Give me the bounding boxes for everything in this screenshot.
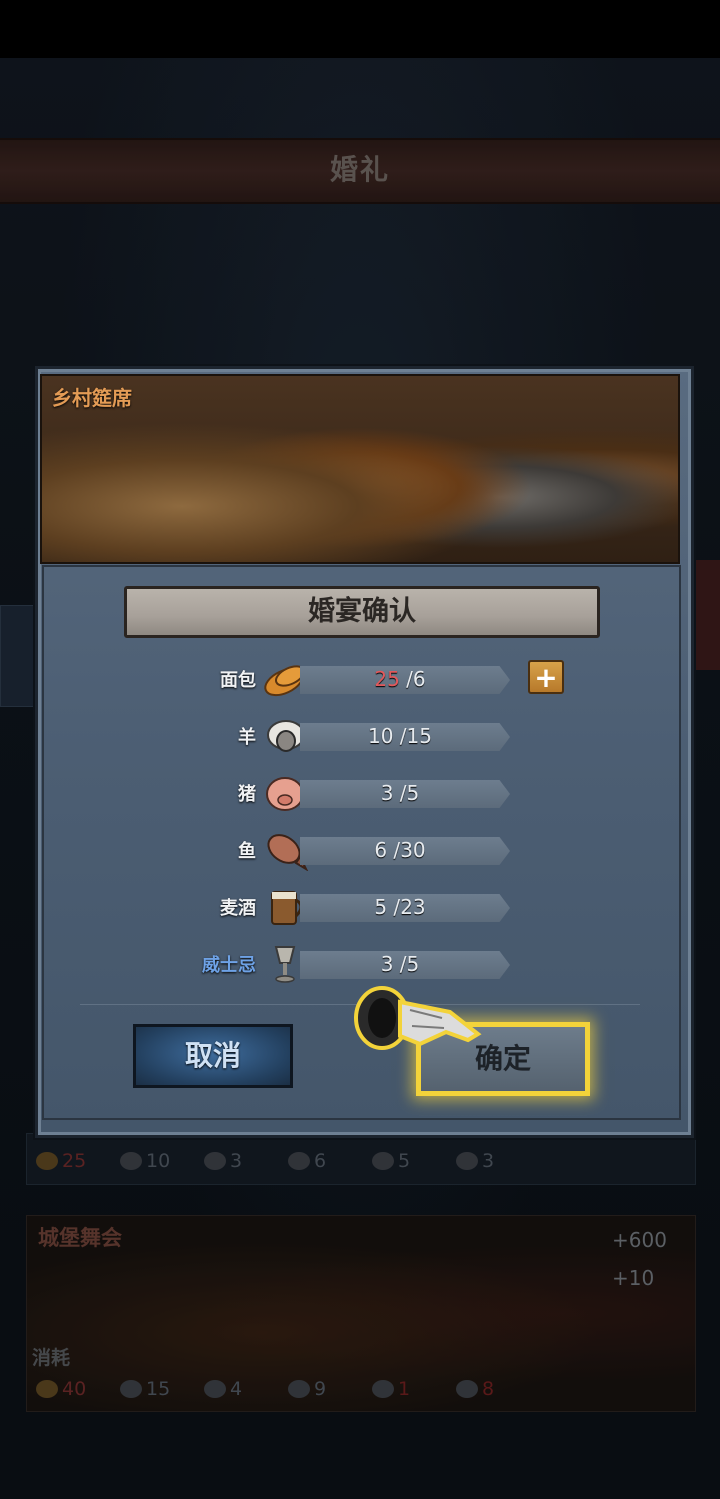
resource-label: 猪 (238, 784, 256, 805)
cancel-button[interactable]: 取消 (133, 1024, 293, 1088)
resource-row-sheep: 羊 10 /15 (0, 715, 720, 757)
resource-row-bread: 面包 25 /6 (0, 658, 720, 700)
feast-banner-image (40, 374, 680, 564)
pointing-gauntlet-icon (354, 986, 482, 1050)
resource-label: 鱼 (238, 841, 256, 862)
resource-count: 5 /23 (374, 895, 426, 919)
resource-count: 10 /15 (367, 724, 432, 748)
resource-count: 3 /5 (380, 781, 420, 805)
resource-row-ale: 麦酒 5 /23 (0, 886, 720, 928)
dialog-header: 婚宴确认 (124, 586, 600, 638)
resource-count: 3 /5 (380, 952, 420, 976)
resource-row-whiskey: 威士忌 3 /5 (0, 943, 720, 985)
resource-row-fish: 鱼 6 /30 (0, 829, 720, 871)
resource-label: 麦酒 (220, 898, 256, 919)
resource-row-pig: 猪 3 /5 (0, 772, 720, 814)
resource-count: 6 /30 (374, 838, 426, 862)
resource-label: 面包 (220, 670, 256, 691)
resource-label: 羊 (238, 727, 256, 748)
add-bread-button[interactable]: + (528, 660, 564, 694)
resource-count: 25 /6 (374, 667, 426, 691)
banner-title: 乡村筵席 (52, 386, 132, 410)
resource-label: 威士忌 (202, 955, 256, 976)
